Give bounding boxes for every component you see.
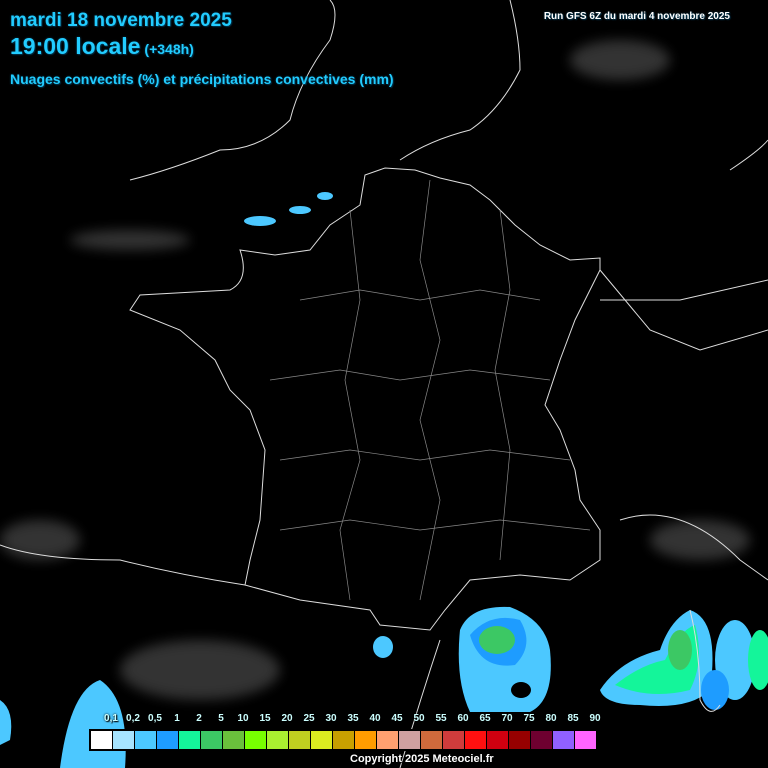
forecast-time-label: 19:00 locale [10,33,141,59]
map-canvas [0,0,768,768]
legend-label: 55 [435,713,447,724]
legend-label: 0,1 [104,713,118,724]
legend-label: 1 [174,713,180,724]
color-legend [89,729,598,751]
legend-label: 75 [523,713,535,724]
legend-swatch [333,730,355,750]
legend-swatch [157,730,179,750]
legend-swatch [399,730,421,750]
legend-swatch [355,730,377,750]
map-subtitle: Nuages convectifs (%) et précipitations … [10,71,394,87]
legend-swatch [553,730,575,750]
legend-swatch [245,730,267,750]
legend-label: 45 [391,713,403,724]
legend-swatch [113,730,135,750]
legend-swatch [267,730,289,750]
legend-label: 65 [479,713,491,724]
legend-label: 70 [501,713,513,724]
legend-label: 15 [259,713,271,724]
legend-swatch [289,730,311,750]
legend-labels: 0,1 0,2 0,5 1 2 5 10 15 20 25 30 35 40 45 50 55 60 65 70 75… [0,713,768,727]
legend-swatch [509,730,531,750]
legend-label: 2 [196,713,202,724]
legend-swatch [487,730,509,750]
legend-swatch [443,730,465,750]
copyright: Copyright 2025 Meteociel.fr [350,753,494,765]
precipitation-areas [0,192,768,768]
legend-swatch [531,730,553,750]
legend-label: 40 [369,713,381,724]
legend-swatch [377,730,399,750]
legend-label: 10 [237,713,249,724]
legend-label: 0,2 [126,713,140,724]
legend-swatch [465,730,487,750]
legend-swatch [575,730,597,750]
legend-swatch [421,730,443,750]
legend-label: 5 [218,713,224,724]
legend-label: 85 [567,713,579,724]
legend-label: 0,5 [148,713,162,724]
forecast-time: 19:00 locale (+348h) [10,33,194,60]
legend-swatch [223,730,245,750]
legend-label: 80 [545,713,557,724]
cloud-cover-haze [0,40,750,700]
legend-swatch [179,730,201,750]
forecast-lead-time: (+348h) [144,41,194,57]
legend-label: 25 [303,713,315,724]
weather-map-view: mardi 18 novembre 2025 19:00 locale (+348… [0,0,768,768]
legend-swatch [311,730,333,750]
forecast-date: mardi 18 novembre 2025 [10,10,232,31]
legend-swatch [201,730,223,750]
legend-label: 35 [347,713,359,724]
model-run-info: Run GFS 6Z du mardi 4 novembre 2025 [543,11,730,22]
legend-swatch [90,730,113,750]
legend-label: 60 [457,713,469,724]
legend-label: 30 [325,713,337,724]
legend-label: 90 [589,713,601,724]
department-borders [269,179,591,601]
legend-label: 20 [281,713,293,724]
legend-label: 50 [413,713,425,724]
legend-swatch [135,730,157,750]
